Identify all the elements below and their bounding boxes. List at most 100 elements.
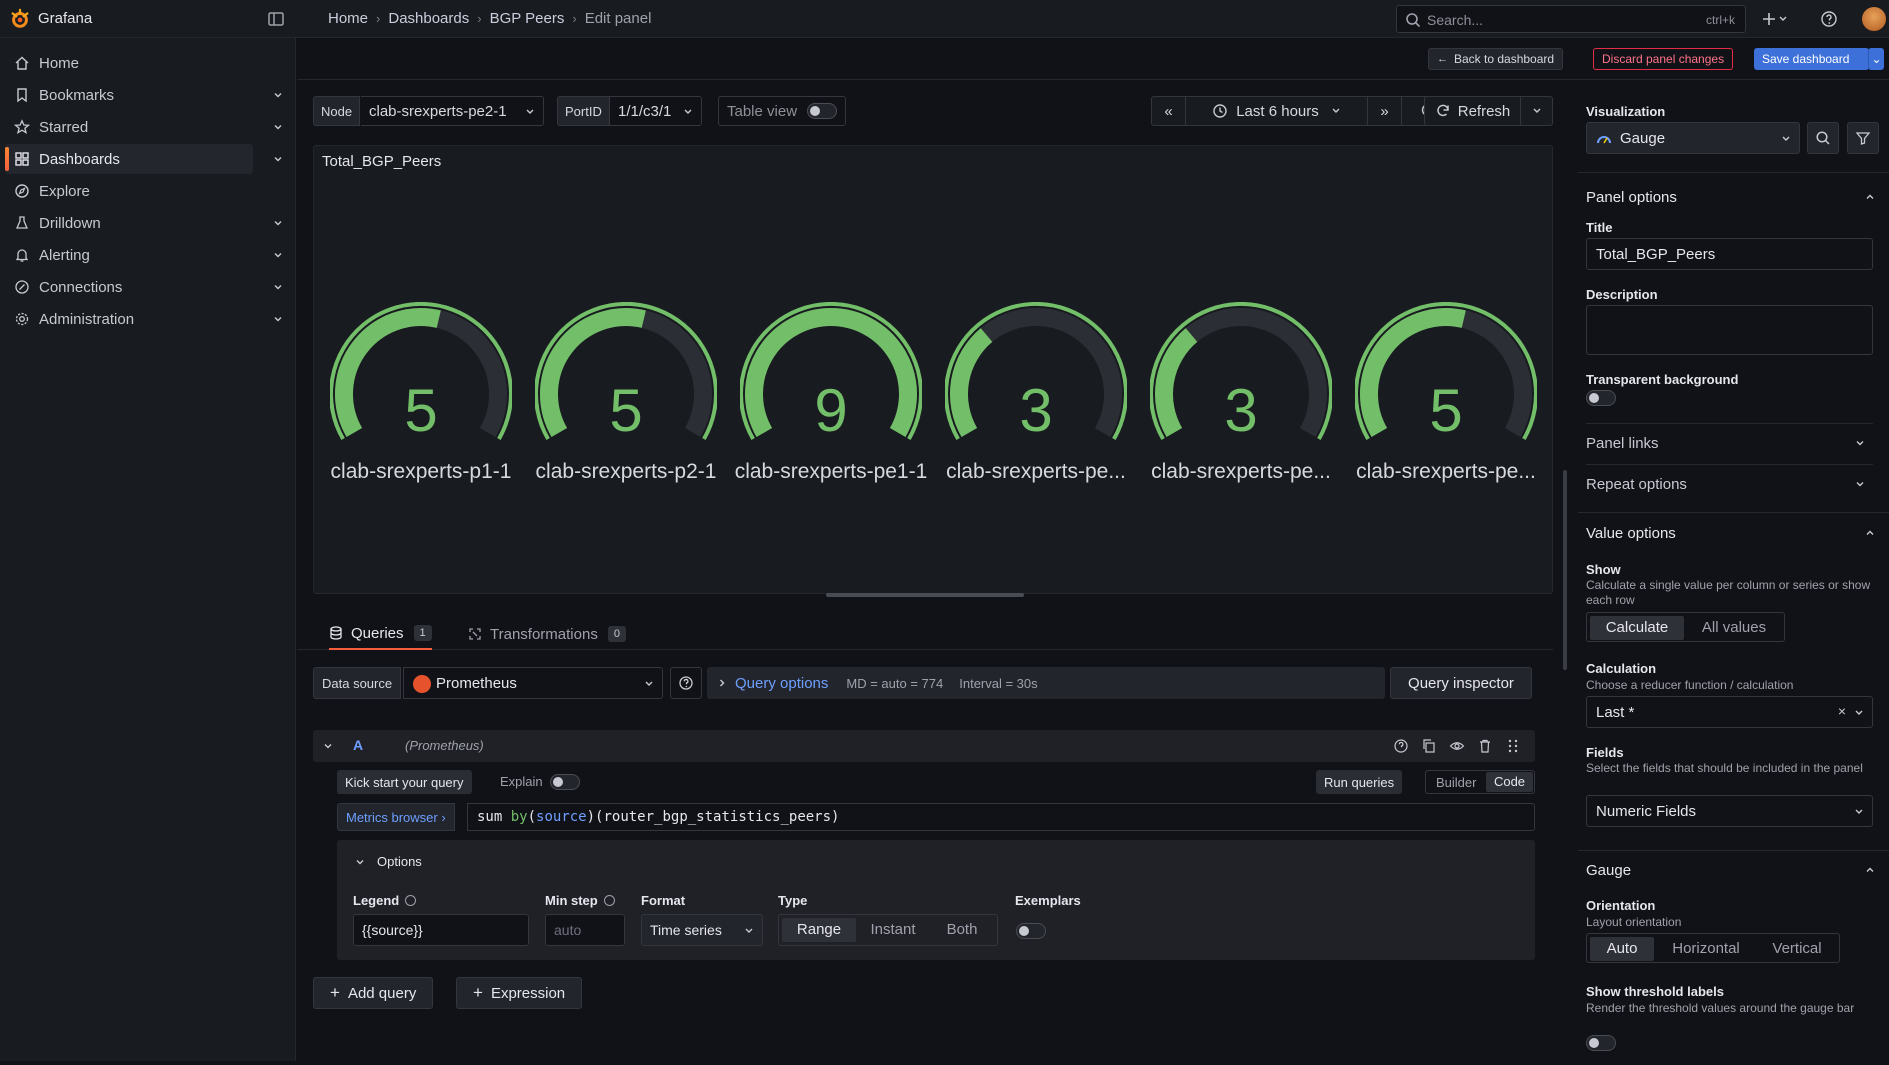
repeat-options-section[interactable]: Repeat options — [1586, 464, 1873, 504]
gauge-section-title[interactable]: Gauge — [1586, 862, 1631, 879]
promql-editor[interactable]: sum by(source)(router_bgp_statistics_pee… — [467, 803, 1535, 831]
filter-options-button[interactable] — [1847, 122, 1879, 154]
gauge: 3 clab-srexperts-pe... — [937, 302, 1135, 512]
metrics-browser-button[interactable]: Metrics browser › — [337, 803, 455, 831]
chevron-down-icon[interactable] — [272, 217, 284, 229]
sidebar-item-home[interactable]: Home — [5, 48, 253, 78]
panel-resize-handle[interactable] — [826, 593, 1024, 597]
transparent-background-toggle[interactable] — [1586, 390, 1616, 406]
sidebar-item-explore[interactable]: Explore — [5, 176, 253, 206]
query-ref-id[interactable]: A — [353, 737, 363, 753]
node-variable-select[interactable]: clab-srexperts-pe2-1 — [361, 96, 544, 126]
legend-input[interactable]: {{source}} — [353, 914, 529, 946]
table-view-toggle[interactable]: Table view — [718, 96, 846, 126]
chevron-down-icon[interactable] — [272, 153, 284, 165]
pane-scrollbar[interactable] — [1563, 470, 1567, 670]
show-threshold-labels-toggle[interactable] — [1586, 1035, 1616, 1051]
min-step-label-text: Min step — [545, 893, 598, 908]
data-source-select[interactable]: Prometheus — [403, 667, 663, 699]
refresh-interval-button[interactable] — [1521, 97, 1552, 125]
tab-transformations-label: Transformations — [490, 625, 598, 643]
tab-transformations[interactable]: Transformations 0 — [468, 618, 626, 650]
avatar[interactable] — [1862, 7, 1886, 31]
sidebar-item-starred[interactable]: Starred — [5, 112, 253, 142]
time-shift-forward-button[interactable]: » — [1368, 97, 1402, 125]
sidebar-item-drilldown[interactable]: Drilldown — [5, 208, 253, 238]
trash-icon[interactable] — [1477, 738, 1493, 754]
type-instant-option[interactable]: Instant — [857, 918, 929, 942]
sidebar-item-connections[interactable]: Connections — [5, 272, 253, 302]
panel-links-section[interactable]: Panel links — [1586, 423, 1873, 463]
chevron-up-icon[interactable] — [1865, 192, 1875, 202]
code-mode-option[interactable]: Code — [1486, 772, 1533, 792]
chevron-up-icon[interactable] — [1865, 865, 1875, 875]
chevron-down-icon[interactable] — [355, 857, 365, 867]
chevron-down-icon[interactable] — [272, 121, 284, 133]
eye-icon[interactable] — [1449, 738, 1465, 754]
chevron-up-icon[interactable] — [1865, 528, 1875, 538]
star-icon — [14, 119, 30, 134]
panel-options-title[interactable]: Panel options — [1586, 189, 1677, 206]
show-all-values-option[interactable]: All values — [1687, 616, 1781, 640]
format-select[interactable]: Time series — [641, 914, 763, 946]
copy-icon[interactable] — [1421, 738, 1437, 754]
sidebar-item-dashboards[interactable]: Dashboards — [5, 144, 253, 174]
chevron-down-icon[interactable] — [272, 249, 284, 261]
dock-menu-icon[interactable] — [267, 10, 285, 28]
discard-panel-changes-button[interactable]: Discard panel changes — [1593, 48, 1734, 70]
search-input[interactable]: Search... ctrl+k — [1396, 5, 1746, 33]
drag-handle-icon[interactable] — [1505, 738, 1521, 754]
show-label: Show — [1586, 562, 1621, 577]
show-calculate-option[interactable]: Calculate — [1590, 616, 1684, 640]
breadcrumb-dashboards[interactable]: Dashboards — [388, 10, 469, 27]
panel-title-input[interactable]: Total_BGP_Peers — [1586, 238, 1873, 270]
chevron-down-icon[interactable] — [272, 313, 284, 325]
min-step-input[interactable]: auto — [545, 914, 625, 946]
explain-toggle[interactable] — [550, 774, 580, 790]
save-dashboard-button[interactable]: Save dashboard — [1754, 48, 1869, 70]
chevron-down-icon[interactable] — [1778, 10, 1788, 28]
grafana-logo-icon[interactable] — [9, 8, 31, 30]
exemplars-toggle[interactable] — [1016, 923, 1046, 939]
chevron-down-icon[interactable] — [272, 89, 284, 101]
orientation-auto-option[interactable]: Auto — [1590, 937, 1654, 961]
tab-queries[interactable]: Queries 1 — [329, 618, 432, 650]
save-options-chevron-icon[interactable]: ⌄ — [1868, 48, 1884, 70]
visualization-picker[interactable]: Gauge — [1586, 122, 1800, 154]
sidebar-item-alerting[interactable]: Alerting — [5, 240, 253, 270]
sidebar-item-administration[interactable]: Administration — [5, 304, 253, 334]
sidebar-item-bookmarks[interactable]: Bookmarks — [5, 80, 253, 110]
run-queries-button[interactable]: Run queries — [1316, 770, 1403, 794]
add-expression-button[interactable]: + Expression — [456, 977, 583, 1009]
clear-icon[interactable]: × — [1838, 703, 1846, 719]
refresh-button[interactable]: Refresh — [1425, 97, 1521, 125]
table-view-switch[interactable] — [807, 103, 837, 119]
chevron-down-icon[interactable] — [323, 741, 333, 751]
value-options-title[interactable]: Value options — [1586, 525, 1676, 542]
add-query-button[interactable]: + Add query — [313, 977, 434, 1009]
time-range-picker[interactable]: Last 6 hours — [1186, 97, 1368, 125]
description-textarea[interactable] — [1586, 305, 1873, 355]
query-inspector-button[interactable]: Query inspector — [1390, 667, 1532, 699]
kick-start-query-button[interactable]: Kick start your query — [337, 770, 472, 794]
data-source-help-button[interactable] — [670, 667, 702, 699]
time-shift-back-button[interactable]: « — [1152, 97, 1186, 125]
breadcrumb-dashboard[interactable]: BGP Peers — [490, 10, 565, 27]
calculation-select[interactable]: Last * × — [1586, 696, 1873, 728]
type-range-option[interactable]: Range — [782, 918, 856, 942]
fields-select[interactable]: Numeric Fields — [1586, 795, 1873, 827]
search-options-button[interactable] — [1807, 122, 1839, 154]
plus-icon[interactable] — [1760, 10, 1778, 28]
type-both-option[interactable]: Both — [931, 918, 993, 942]
back-to-dashboard-button[interactable]: ← Back to dashboard — [1428, 48, 1564, 70]
breadcrumb-home[interactable]: Home — [328, 10, 368, 27]
help-icon[interactable] — [1393, 738, 1409, 754]
chevron-down-icon[interactable] — [272, 281, 284, 293]
port-variable-select[interactable]: 1/1/c3/1 — [610, 96, 702, 126]
builder-mode-option[interactable]: Builder — [1436, 775, 1476, 790]
orientation-vertical-option[interactable]: Vertical — [1757, 937, 1837, 961]
orientation-horizontal-option[interactable]: Horizontal — [1657, 937, 1755, 961]
chevron-down-icon — [1856, 441, 1864, 446]
query-options-bar[interactable]: Query options MD = auto = 774 Interval =… — [707, 667, 1385, 699]
help-icon[interactable] — [1820, 10, 1838, 28]
